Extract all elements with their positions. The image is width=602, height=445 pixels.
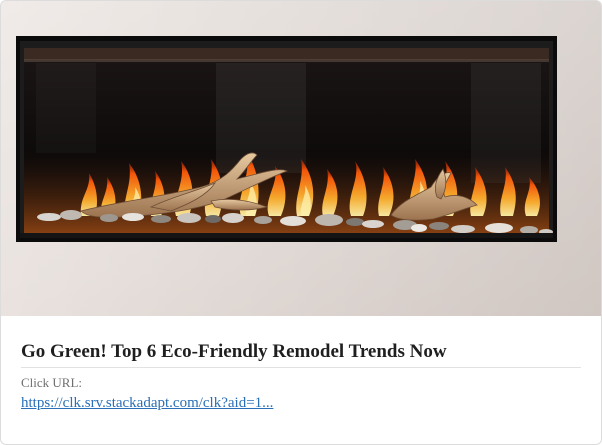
click-url-label: Click URL: [21,375,83,390]
click-url-link[interactable]: https://clk.srv.stackadapt.com/clk?aid=1… [21,394,273,412]
ad-text: Go Green! Top 6 Eco-Friendly Remodel Tre… [21,316,581,412]
ad-image[interactable] [1,1,601,316]
ad-card[interactable]: Go Green! Top 6 Eco-Friendly Remodel Tre… [0,0,602,445]
ad-headline[interactable]: Go Green! Top 6 Eco-Friendly Remodel Tre… [21,341,581,368]
fireplace-photo [1,1,601,316]
